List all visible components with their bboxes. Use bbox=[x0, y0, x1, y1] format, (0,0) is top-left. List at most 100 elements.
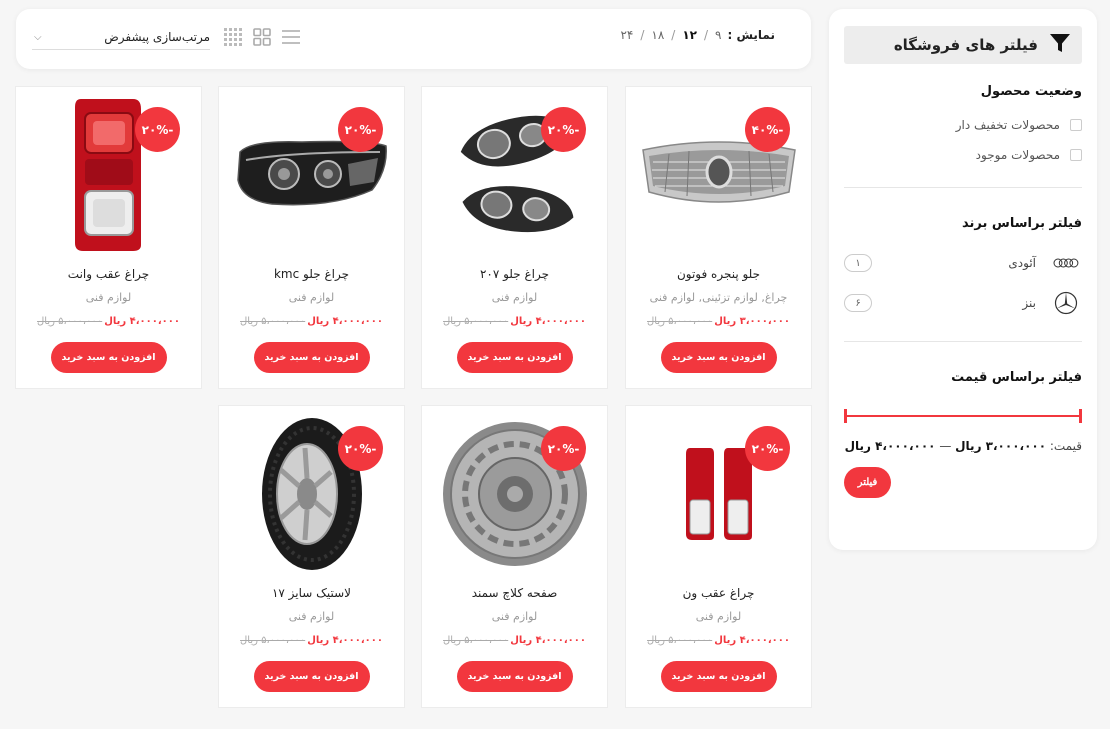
new-price: ۴،۰۰۰،۰۰۰ ریال bbox=[307, 635, 383, 646]
brand-name: بنز bbox=[1022, 296, 1036, 310]
price-range-max-handle[interactable] bbox=[1079, 409, 1082, 423]
divider bbox=[844, 341, 1082, 342]
checkbox-box[interactable] bbox=[1070, 149, 1082, 161]
old-price: ۵،۰۰۰،۰۰۰ ریال bbox=[37, 316, 103, 327]
product-name[interactable]: چراغ عقب ون bbox=[626, 586, 811, 600]
product-name[interactable]: لاستیک سایز ۱۷ bbox=[219, 586, 404, 600]
list-view-icon[interactable] bbox=[281, 28, 301, 50]
product-name[interactable]: چراغ عقب وانت bbox=[16, 267, 201, 281]
price-range-slider[interactable] bbox=[844, 409, 1082, 423]
sidebar-header: فیلتر های فروشگاه bbox=[844, 26, 1082, 64]
old-price: ۵،۰۰۰،۰۰۰ ریال bbox=[443, 635, 509, 646]
old-price: ۵،۰۰۰،۰۰۰ ریال bbox=[647, 635, 713, 646]
product-card[interactable]: -۴۰% جلو پنجره فوتون چراغ, لوازم تزئینی,… bbox=[625, 86, 812, 389]
product-card[interactable]: -۲۰% چراغ عقب وانت لوازم فنی ۴،۰۰۰،۰۰۰ ر… bbox=[15, 86, 202, 389]
discount-badge: -۴۰% bbox=[745, 107, 790, 152]
add-to-cart-button[interactable]: افزودن به سبد خرید bbox=[50, 342, 167, 373]
product-price: ۴،۰۰۰،۰۰۰ ریال۵،۰۰۰،۰۰۰ ریال bbox=[16, 316, 201, 327]
price-min: ۳،۰۰۰،۰۰۰ ریال bbox=[955, 439, 1047, 453]
new-price: ۴،۰۰۰،۰۰۰ ریال bbox=[510, 316, 586, 327]
add-to-cart-button[interactable]: افزودن به سبد خرید bbox=[456, 661, 573, 692]
audi-logo-icon bbox=[1052, 258, 1080, 268]
add-to-cart-button[interactable]: افزودن به سبد خرید bbox=[660, 342, 777, 373]
grid-2-icon[interactable] bbox=[253, 28, 271, 50]
shop-toolbar: نمایش : ۹ / ۱۲ / ۱۸ / ۲۴ مرتب‌سازی پیشفر… bbox=[16, 9, 811, 69]
separator: / bbox=[671, 28, 676, 42]
new-price: ۴،۰۰۰،۰۰۰ ریال bbox=[104, 316, 180, 327]
view-mode-switcher bbox=[223, 27, 301, 51]
price-max: ۴،۰۰۰،۰۰۰ ریال bbox=[844, 439, 936, 453]
in-stock-products-checkbox[interactable]: محصولات موجود bbox=[844, 147, 1082, 163]
new-price: ۴،۰۰۰،۰۰۰ ریال bbox=[714, 635, 790, 646]
per-page-option[interactable]: ۹ bbox=[715, 28, 721, 42]
discount-badge: -۲۰% bbox=[338, 426, 383, 471]
sort-selected-value: مرتب‌سازی پیشفرض bbox=[104, 30, 210, 44]
per-page-selector: نمایش : ۹ / ۱۲ / ۱۸ / ۲۴ bbox=[620, 28, 775, 42]
checkbox-label: محصولات تخفیف دار bbox=[955, 118, 1060, 132]
product-card[interactable]: -۲۰% چراغ جلو kmc لوازم فنی ۴،۰۰۰،۰۰۰ ری… bbox=[218, 86, 405, 389]
discount-badge: -۲۰% bbox=[541, 426, 586, 471]
price-range-track bbox=[844, 415, 1082, 417]
price-range-min-handle[interactable] bbox=[844, 409, 847, 423]
product-card[interactable]: -۲۰% لاستیک سایز ۱۷ لوازم فنی ۴،۰۰۰،۰۰۰ … bbox=[218, 405, 405, 708]
mercedes-logo-icon bbox=[1052, 291, 1080, 315]
product-card[interactable]: -۲۰% چراغ عقب ون لوازم فنی ۴،۰۰۰،۰۰۰ ریا… bbox=[625, 405, 812, 708]
new-price: ۴،۰۰۰،۰۰۰ ریال bbox=[307, 316, 383, 327]
old-price: ۵،۰۰۰،۰۰۰ ریال bbox=[443, 316, 509, 327]
brand-item-benz[interactable]: بنز ۶ bbox=[844, 291, 1082, 315]
product-category: لوازم فنی bbox=[491, 610, 538, 623]
product-name[interactable]: چراغ جلو kmc bbox=[219, 267, 404, 281]
product-name[interactable]: صفحه کلاچ سمند bbox=[422, 586, 607, 600]
discount-badge: -۲۰% bbox=[541, 107, 586, 152]
new-price: ۳،۰۰۰،۰۰۰ ریال bbox=[714, 316, 790, 327]
per-page-option[interactable]: ۱۲ bbox=[682, 28, 697, 42]
product-card[interactable]: -۲۰% چراغ جلو ۲۰۷ لوازم فنی ۴،۰۰۰،۰۰۰ ری… bbox=[421, 86, 608, 389]
price-range-text: قیمت: ۳،۰۰۰،۰۰۰ ریال — ۴،۰۰۰،۰۰۰ ریال bbox=[844, 439, 1082, 453]
sidebar-title: فیلتر های فروشگاه bbox=[893, 36, 1038, 54]
product-price: ۴،۰۰۰،۰۰۰ ریال۵،۰۰۰،۰۰۰ ریال bbox=[422, 635, 607, 646]
product-category: لوازم فنی bbox=[85, 291, 132, 304]
product-name[interactable]: چراغ جلو ۲۰۷ bbox=[422, 267, 607, 281]
grid-4-icon[interactable] bbox=[223, 27, 243, 51]
add-to-cart-button[interactable]: افزودن به سبد خرید bbox=[253, 661, 370, 692]
per-page-option[interactable]: ۱۸ bbox=[651, 28, 664, 42]
discounted-products-checkbox[interactable]: محصولات تخفیف دار bbox=[844, 117, 1082, 133]
checkbox-label: محصولات موجود bbox=[975, 148, 1060, 162]
checkbox-box[interactable] bbox=[1070, 119, 1082, 131]
product-price: ۴،۰۰۰،۰۰۰ ریال۵،۰۰۰،۰۰۰ ریال bbox=[626, 635, 811, 646]
per-page-option[interactable]: ۲۴ bbox=[620, 28, 633, 42]
brand-filter-title: فیلتر براساس برند bbox=[962, 216, 1082, 231]
discount-badge: -۲۰% bbox=[338, 107, 383, 152]
filter-sidebar: فیلتر های فروشگاه وضعیت محصول محصولات تخ… bbox=[829, 9, 1097, 550]
old-price: ۵،۰۰۰،۰۰۰ ریال bbox=[647, 316, 713, 327]
product-category: لوازم فنی bbox=[288, 291, 335, 304]
discount-badge: -۲۰% bbox=[135, 107, 180, 152]
filter-icon bbox=[1048, 31, 1072, 59]
sort-select[interactable]: مرتب‌سازی پیشفرض ⌵ bbox=[32, 25, 210, 50]
status-filter-title: وضعیت محصول bbox=[980, 84, 1082, 99]
separator: / bbox=[703, 28, 709, 42]
brand-count-badge: ۱ bbox=[844, 254, 872, 272]
price-filter-title: فیلتر براساس قیمت bbox=[951, 370, 1082, 385]
price-dash: — bbox=[939, 439, 952, 453]
discount-badge: -۲۰% bbox=[745, 426, 790, 471]
add-to-cart-button[interactable]: افزودن به سبد خرید bbox=[456, 342, 573, 373]
brand-name: آئودی bbox=[1008, 256, 1036, 270]
product-price: ۳،۰۰۰،۰۰۰ ریال۵،۰۰۰،۰۰۰ ریال bbox=[626, 316, 811, 327]
add-to-cart-button[interactable]: افزودن به سبد خرید bbox=[253, 342, 370, 373]
product-category: لوازم فنی bbox=[491, 291, 538, 304]
product-category: چراغ, لوازم تزئینی, لوازم فنی bbox=[649, 291, 788, 304]
brand-item-audi[interactable]: آئودی ۱ bbox=[844, 253, 1082, 273]
product-price: ۴،۰۰۰،۰۰۰ ریال۵،۰۰۰،۰۰۰ ریال bbox=[422, 316, 607, 327]
new-price: ۴،۰۰۰،۰۰۰ ریال bbox=[510, 635, 586, 646]
product-name[interactable]: جلو پنجره فوتون bbox=[626, 267, 811, 281]
apply-filter-button[interactable]: فیلتر bbox=[844, 467, 891, 498]
per-page-label: نمایش : bbox=[727, 28, 775, 42]
price-label: قیمت: bbox=[1049, 439, 1082, 453]
chevron-down-icon: ⌵ bbox=[34, 31, 42, 43]
divider bbox=[844, 187, 1082, 188]
product-category: لوازم فنی bbox=[288, 610, 335, 623]
add-to-cart-button[interactable]: افزودن به سبد خرید bbox=[660, 661, 777, 692]
product-card[interactable]: -۲۰% صفحه کلاچ سمند لوازم فنی ۴،۰۰۰،۰۰۰ … bbox=[421, 405, 608, 708]
product-price: ۴،۰۰۰،۰۰۰ ریال۵،۰۰۰،۰۰۰ ریال bbox=[219, 635, 404, 646]
